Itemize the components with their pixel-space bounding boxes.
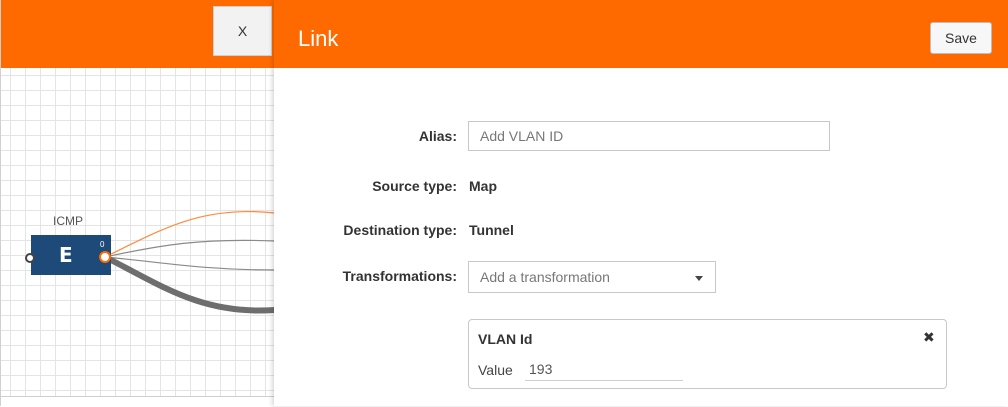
flow-canvas[interactable]: X ICMP E 0 xyxy=(0,0,275,407)
connection-lines xyxy=(103,210,275,314)
transformation-select-placeholder: Add a transformation xyxy=(480,269,610,285)
canvas-bottom-edge xyxy=(1,396,275,407)
transformation-card: VLAN Id ✖ Value xyxy=(468,319,947,389)
port-count: 0 xyxy=(100,240,105,249)
close-icon[interactable]: ✖ xyxy=(923,329,935,346)
link-panel: Link Save Alias: Source type: Map Destin… xyxy=(274,0,1008,406)
connection-line-selected xyxy=(104,210,275,258)
connection-line-thick xyxy=(103,254,275,314)
source-type-label: Source type: xyxy=(372,178,457,194)
save-button[interactable]: Save xyxy=(930,22,992,54)
vlan-value-input[interactable] xyxy=(525,357,683,381)
transformations-label: Transformations: xyxy=(342,268,457,284)
destination-type-label: Destination type: xyxy=(343,222,457,238)
alias-input[interactable] xyxy=(468,121,830,151)
input-port[interactable] xyxy=(25,253,35,263)
transformation-select[interactable]: Add a transformation xyxy=(468,261,716,293)
chevron-down-icon xyxy=(695,276,703,281)
panel-title: Link xyxy=(298,26,339,51)
node-label: ICMP xyxy=(53,214,83,228)
output-port[interactable] xyxy=(99,251,111,263)
source-type-value: Map xyxy=(469,178,497,194)
node-type-icon: E xyxy=(59,243,73,267)
connection-line xyxy=(104,239,275,258)
destination-type-value: Tunnel xyxy=(469,222,514,238)
alias-label: Alias: xyxy=(418,128,457,144)
value-label: Value xyxy=(478,362,513,378)
transformation-card-title: VLAN Id xyxy=(478,331,533,347)
panel-header: Link Save xyxy=(274,0,1008,68)
